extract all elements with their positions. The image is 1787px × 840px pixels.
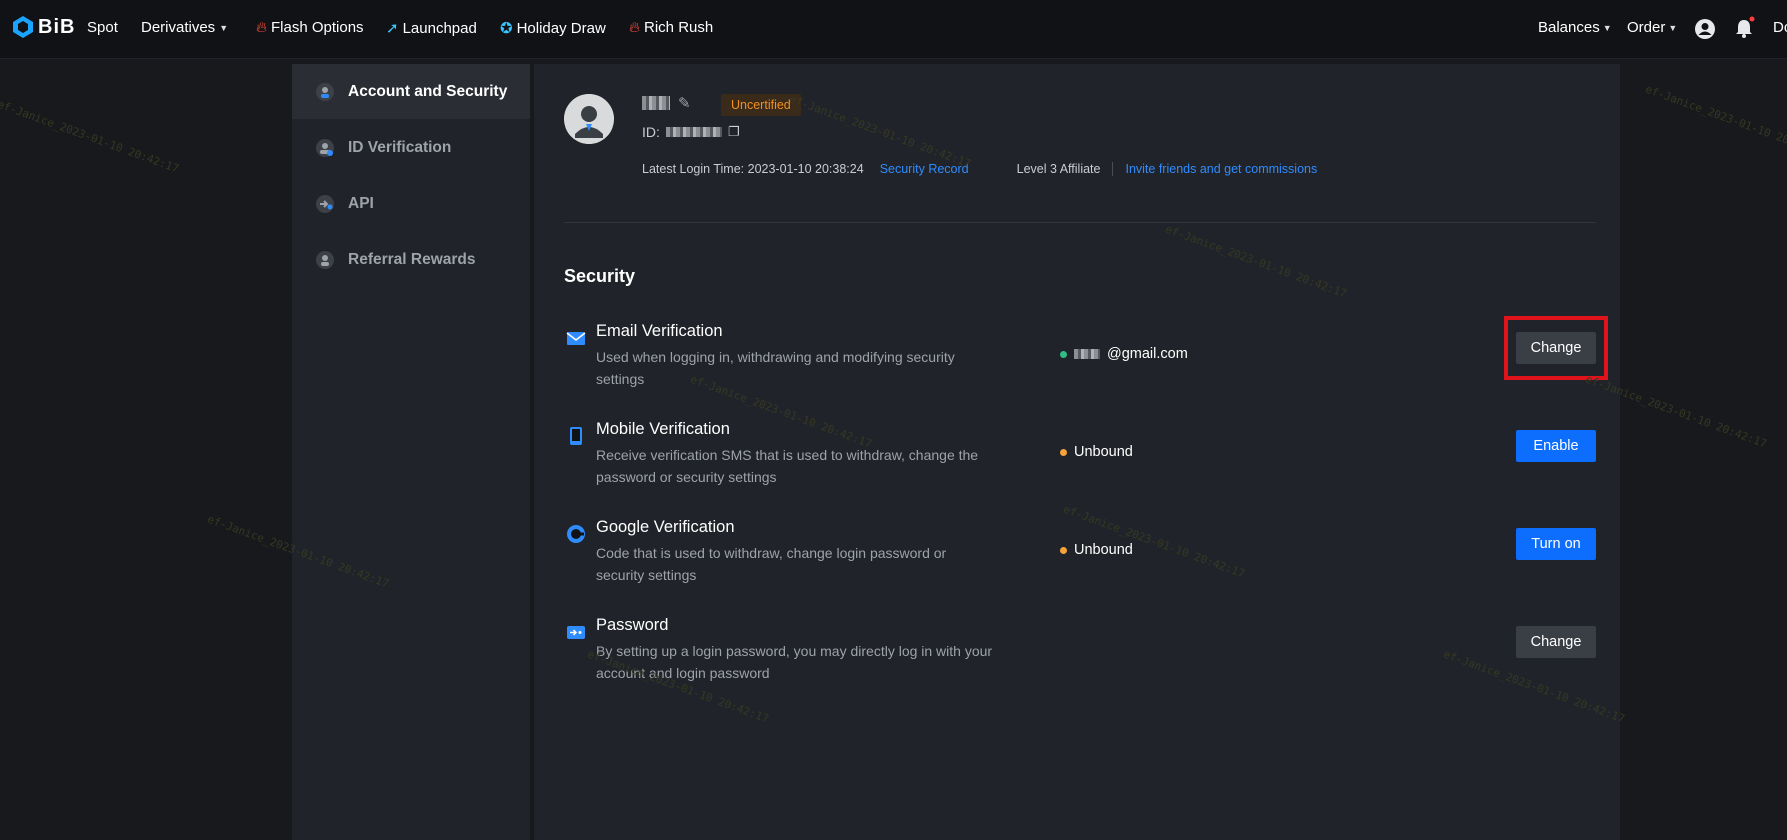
nav-rich-rush[interactable]: 🔥︎ Rich Rush — [629, 19, 713, 36]
avatar[interactable] — [564, 94, 614, 144]
change-email-button[interactable]: Change — [1516, 332, 1596, 364]
nav-derivatives[interactable]: Derivatives ▼ — [141, 19, 228, 36]
status-text: @gmail.com — [1107, 346, 1188, 362]
sidebar-item-api[interactable]: API — [292, 176, 530, 231]
nav-launchpad[interactable]: ➚ Launchpad — [386, 19, 477, 38]
nav-flash-options[interactable]: 🔥︎ Flash Options — [256, 19, 364, 36]
nav-rich-rush-label: Rich Rush — [644, 19, 714, 36]
affiliate-level: Level 3 Affiliate — [1016, 162, 1101, 176]
fire-icon: 🔥︎ — [256, 19, 268, 36]
id-label: ID: — [642, 124, 660, 140]
turn-on-google-button[interactable]: Turn on — [1516, 528, 1596, 560]
nav-derivatives-label: Derivatives — [141, 19, 216, 36]
sidebar-item-label: Referral Rewards — [348, 250, 476, 268]
row-title: Password — [596, 616, 669, 634]
nav-holiday-draw-label: Holiday Draw — [516, 19, 606, 37]
id-user-icon — [314, 137, 336, 159]
wheel-icon: ✪ — [500, 20, 513, 37]
security-row-mobile: Mobile Verification Receive verification… — [564, 420, 1596, 500]
username: ✎ — [642, 94, 691, 112]
chevron-down-icon: ▼ — [1602, 22, 1612, 33]
user-shield-icon — [314, 81, 336, 103]
watermark: ef-Janice_2023-01-10 20:42:17 — [1643, 82, 1787, 161]
user-circle-icon — [1695, 19, 1715, 39]
top-navigation: BiB Spot Derivatives ▼ 🔥︎ Flash Options … — [0, 0, 1787, 59]
main-panel: ✎ Uncertified ID: ❐ Latest Login Time: 2… — [534, 64, 1620, 840]
sidebar-item-account-security[interactable]: Account and Security — [292, 64, 530, 119]
enable-mobile-button[interactable]: Enable — [1516, 430, 1596, 462]
sidebar-item-label: ID Verification — [348, 138, 452, 156]
phone-icon — [570, 427, 582, 445]
sidebar-item-label: Account and Security — [348, 82, 508, 100]
api-icon — [314, 193, 336, 215]
bell-icon — [1736, 16, 1755, 38]
sidebar-item-referral-rewards[interactable]: Referral Rewards — [292, 232, 530, 287]
invite-link[interactable]: Invite friends and get commissions — [1125, 162, 1317, 176]
status-dot — [1060, 350, 1067, 358]
row-title: Google Verification — [596, 518, 735, 536]
row-description: Receive verification SMS that is used to… — [596, 447, 979, 485]
sidebar: Account and Security ID Verification API… — [292, 64, 530, 840]
logo-icon — [13, 16, 33, 38]
watermark: ef-Janice_2023-01-10 20:42:17 — [0, 97, 181, 176]
divider — [1112, 162, 1114, 176]
edit-icon[interactable]: ✎ — [678, 94, 691, 112]
account-meta: Latest Login Time: 2023-01-10 20:38:24 S… — [642, 162, 1317, 176]
status-text: Unbound — [1074, 444, 1133, 460]
referral-icon — [314, 249, 336, 271]
copy-icon[interactable]: ❐ — [728, 124, 740, 140]
chevron-down-icon: ▼ — [1668, 22, 1678, 33]
chevron-down-icon: ▼ — [219, 22, 229, 33]
masked-username — [642, 96, 670, 110]
nav-launchpad-label: Launchpad — [402, 19, 477, 37]
nav-spot[interactable]: Spot — [87, 19, 118, 36]
fire-icon: 🔥︎ — [629, 19, 641, 36]
order-menu[interactable]: Order ▼ — [1627, 19, 1677, 36]
google-authenticator-icon — [567, 525, 585, 543]
notifications-button[interactable] — [1733, 16, 1755, 40]
row-description: Used when logging in, withdrawing and mo… — [596, 349, 955, 387]
user-avatar-icon — [564, 94, 614, 144]
masked-id — [665, 127, 722, 137]
row-description: Code that is used to withdraw, change lo… — [596, 545, 947, 583]
row-title: Mobile Verification — [596, 420, 730, 438]
mobile-status: Unbound — [1060, 444, 1133, 460]
email-status: @gmail.com — [1060, 346, 1188, 362]
status-dot — [1060, 448, 1067, 456]
security-row-password: Password By setting up a login password,… — [564, 616, 1596, 696]
balances-label: Balances — [1538, 19, 1600, 36]
masked-email — [1074, 349, 1100, 359]
login-time: Latest Login Time: 2023-01-10 20:38:24 — [642, 162, 864, 176]
section-title: Security — [564, 266, 636, 286]
security-row-google: Google Verification Code that is used to… — [564, 518, 1596, 598]
logo[interactable]: BiB — [12, 15, 75, 39]
sidebar-item-label: API — [348, 194, 374, 212]
rocket-icon: ➚ — [386, 20, 399, 37]
download-menu[interactable]: Do — [1773, 19, 1787, 36]
divider — [564, 222, 1596, 223]
google-status: Unbound — [1060, 542, 1133, 558]
logo-text: BiB — [38, 15, 76, 38]
password-key-icon — [567, 626, 585, 639]
nav-flash-options-label: Flash Options — [271, 19, 364, 36]
change-password-button[interactable]: Change — [1516, 626, 1596, 658]
status-text: Unbound — [1074, 542, 1133, 558]
download-label: Do — [1773, 19, 1787, 36]
balances-menu[interactable]: Balances ▼ — [1538, 19, 1612, 36]
status-dot — [1060, 546, 1067, 554]
envelope-icon — [566, 332, 586, 345]
row-title: Email Verification — [596, 322, 723, 340]
nav-spot-label: Spot — [87, 19, 118, 36]
user-id: ID: ❐ — [642, 124, 740, 140]
order-label: Order — [1627, 19, 1666, 36]
sidebar-item-id-verification[interactable]: ID Verification — [292, 120, 530, 175]
account-button[interactable] — [1694, 18, 1716, 40]
nav-holiday-draw[interactable]: ✪ Holiday Draw — [500, 19, 606, 38]
